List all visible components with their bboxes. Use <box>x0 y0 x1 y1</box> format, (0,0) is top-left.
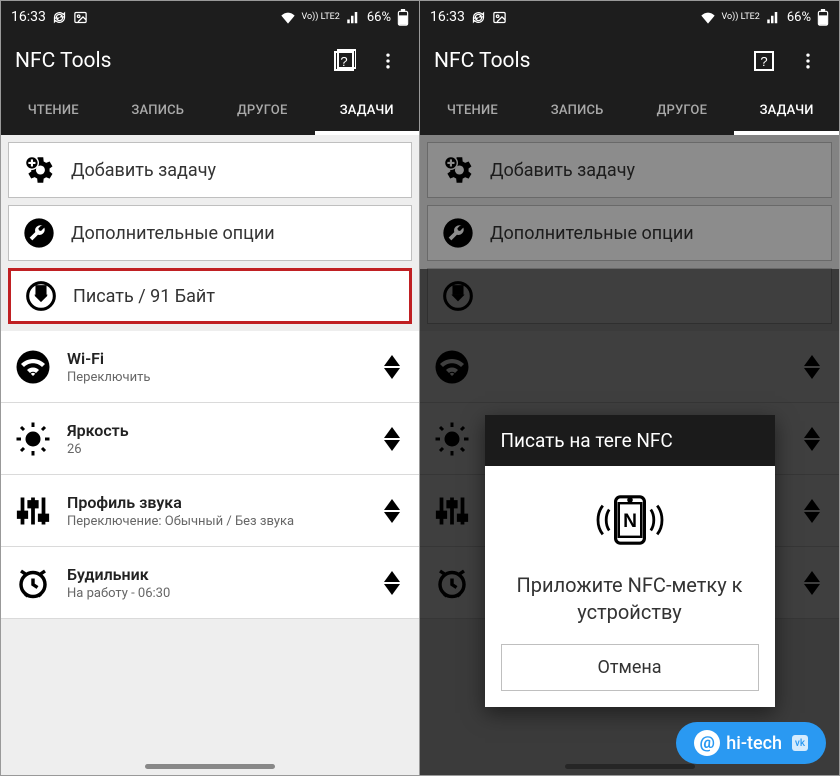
overflow-menu-button[interactable] <box>371 44 405 78</box>
title-bar: NFC Tools ? <box>420 33 839 89</box>
status-time: 16:33 <box>430 9 465 25</box>
tab-other[interactable]: ДРУГОЕ <box>210 89 315 135</box>
tab-read[interactable]: ЧТЕНИЕ <box>1 89 106 135</box>
wrench-icon <box>21 215 57 251</box>
reorder-handle[interactable] <box>377 563 407 603</box>
help-button[interactable]: ? <box>327 44 361 78</box>
screen-dialog: 16:33 Vo)) LTE2 66% <box>420 1 839 775</box>
signal-icon <box>346 10 361 24</box>
watermark-text: hi-tech <box>726 733 782 754</box>
gear-plus-icon <box>21 152 57 188</box>
app-title: NFC Tools <box>434 49 737 73</box>
tab-bar: ЧТЕНИЕ ЗАПИСЬ ДРУГОЕ ЗАДАЧИ <box>420 89 839 135</box>
task-sub: Переключение: Обычный / Без звука <box>67 514 363 529</box>
dialog-cancel-button[interactable]: Отмена <box>501 644 759 691</box>
task-brightness[interactable]: Яркость 26 <box>1 403 419 475</box>
more-options-button[interactable]: Дополнительные опции <box>8 205 412 261</box>
add-task-button: Добавить задачу <box>427 142 832 198</box>
tab-tasks[interactable]: ЗАДАЧИ <box>315 89 420 135</box>
overflow-menu-button[interactable] <box>791 44 825 78</box>
at-icon: @ <box>694 730 720 756</box>
wifi-icon <box>13 347 53 387</box>
task-label: Профиль звука <box>67 493 363 512</box>
svg-text:?: ? <box>760 54 767 69</box>
watermark: @ hi-tech vk <box>676 722 826 764</box>
alarm-icon <box>13 563 53 603</box>
write-label: Писать / 91 Байт <box>73 286 215 307</box>
status-time: 16:33 <box>11 9 46 25</box>
help-button[interactable]: ? <box>747 44 781 78</box>
dialog-title: Писать на теге NFC <box>485 415 775 466</box>
task-sound-profile[interactable]: Профиль звука Переключение: Обычный / Бе… <box>1 475 419 547</box>
wifi-status-icon <box>700 10 716 24</box>
sync-icon <box>471 10 486 25</box>
task-alarm[interactable]: Будильник На работу - 06:30 <box>1 547 419 619</box>
gear-plus-icon <box>440 152 476 188</box>
title-bar: NFC Tools ? <box>1 33 419 89</box>
sync-icon <box>52 10 67 25</box>
battery-icon <box>397 9 409 26</box>
wifi-status-icon <box>280 10 296 24</box>
tab-write[interactable]: ЗАПИСЬ <box>525 89 630 135</box>
task-wifi[interactable]: Wi-Fi Переключить <box>1 331 419 403</box>
task-list: Wi-Fi Переключить Яркость 26 <box>1 331 419 775</box>
nfc-write-dialog: Писать на теге NFC N <box>485 415 775 707</box>
task-sub: На работу - 06:30 <box>67 586 363 601</box>
equalizer-icon <box>13 491 53 531</box>
wrench-icon <box>440 215 476 251</box>
more-options-button: Дополнительные опции <box>427 205 832 261</box>
task-label: Яркость <box>67 421 363 440</box>
reorder-handle[interactable] <box>377 347 407 387</box>
nfc-phone-icon: N <box>590 490 670 554</box>
svg-text:?: ? <box>340 54 347 69</box>
signal-icon <box>766 10 781 24</box>
tab-other[interactable]: ДРУГОЕ <box>630 89 735 135</box>
dialog-message: Приложите NFC-метку к устройству <box>501 572 759 626</box>
download-circle-icon <box>23 278 59 314</box>
nav-pill[interactable] <box>145 764 275 769</box>
screen-tasks: 16:33 Vo)) LTE2 66% <box>1 1 420 775</box>
tab-read[interactable]: ЧТЕНИЕ <box>420 89 525 135</box>
status-bar: 16:33 Vo)) LTE2 66% <box>1 1 419 33</box>
write-button[interactable]: Писать / 91 Байт <box>8 268 412 324</box>
task-label: Будильник <box>67 565 363 584</box>
image-icon <box>73 10 88 25</box>
network-label: Vo)) LTE2 <box>302 13 340 22</box>
image-icon <box>492 10 507 25</box>
battery-text: 66% <box>787 10 811 25</box>
battery-icon <box>817 9 829 26</box>
reorder-handle[interactable] <box>377 491 407 531</box>
more-options-label: Дополнительные опции <box>71 223 275 244</box>
battery-text: 66% <box>367 10 391 25</box>
task-sub: 26 <box>67 442 363 457</box>
network-label: Vo)) LTE2 <box>722 13 760 22</box>
app-title: NFC Tools <box>15 49 317 73</box>
task-label: Wi-Fi <box>67 349 363 368</box>
svg-text:N: N <box>623 511 637 532</box>
reorder-handle[interactable] <box>377 419 407 459</box>
add-task-button[interactable]: Добавить задачу <box>8 142 412 198</box>
add-task-label: Добавить задачу <box>71 160 216 181</box>
tab-write[interactable]: ЗАПИСЬ <box>106 89 211 135</box>
tab-tasks[interactable]: ЗАДАЧИ <box>734 89 839 135</box>
tab-bar: ЧТЕНИЕ ЗАПИСЬ ДРУГОЕ ЗАДАЧИ <box>1 89 419 135</box>
brightness-icon <box>13 419 53 459</box>
status-bar: 16:33 Vo)) LTE2 66% <box>420 1 839 33</box>
watermark-badge: vk <box>792 735 808 751</box>
task-sub: Переключить <box>67 370 363 385</box>
